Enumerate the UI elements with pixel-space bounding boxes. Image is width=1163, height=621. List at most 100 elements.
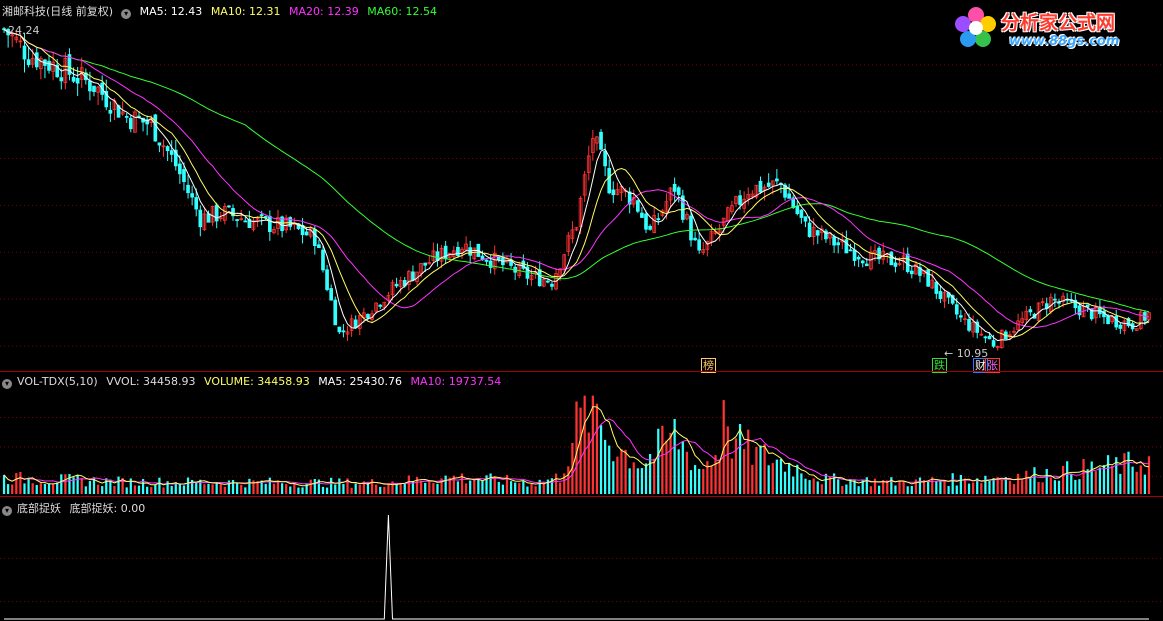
site-logo: 分析家公式网 www.88gs.com bbox=[955, 4, 1155, 52]
candle-body bbox=[157, 142, 162, 146]
candle-body bbox=[178, 163, 182, 175]
candle-body bbox=[124, 115, 129, 118]
indicator-line bbox=[4, 514, 1149, 620]
candle-body bbox=[88, 80, 92, 92]
price-legend: 湘邮科技(日线 前复权) ▾ MA5: 12.43 MA10: 12.31 MA2… bbox=[2, 3, 442, 19]
candle-body bbox=[611, 189, 616, 196]
candle-body bbox=[991, 340, 996, 347]
price-pane[interactable]: 湘邮科技(日线 前复权) ▾ MA5: 12.43 MA10: 12.31 MA2… bbox=[0, 0, 1163, 373]
candle-body bbox=[672, 183, 677, 192]
candle-body bbox=[26, 59, 31, 66]
candle-body bbox=[165, 146, 170, 152]
candle-body bbox=[378, 304, 383, 307]
candle-body bbox=[603, 150, 607, 167]
candle-body bbox=[689, 215, 693, 241]
candle-body bbox=[321, 249, 325, 271]
volume-chart[interactable] bbox=[0, 372, 1163, 496]
candle-body bbox=[47, 60, 51, 71]
candle-body bbox=[1106, 315, 1110, 325]
candle-body bbox=[304, 231, 309, 236]
vol-indicator-name: VOL-TDX(5,10) bbox=[17, 375, 98, 388]
candle-body bbox=[1053, 298, 1057, 301]
stock-name: 湘邮科技(日线 前复权) bbox=[2, 5, 114, 18]
candle-body bbox=[656, 218, 661, 221]
candle-body bbox=[864, 263, 869, 267]
volume-value: VOLUME: 34458.93 bbox=[204, 375, 310, 388]
candle-body bbox=[194, 197, 199, 210]
candle-body bbox=[905, 253, 910, 272]
candle-body bbox=[325, 269, 329, 290]
candle-body bbox=[550, 283, 554, 287]
candle-body bbox=[954, 304, 959, 315]
candle-body bbox=[537, 269, 542, 287]
candle-body bbox=[807, 222, 812, 237]
candle-body bbox=[190, 193, 194, 198]
candle-body bbox=[353, 319, 358, 329]
dropdown-icon[interactable]: ▾ bbox=[121, 9, 132, 19]
candle-body bbox=[815, 230, 820, 236]
candle-body bbox=[799, 209, 804, 218]
flower-logo-icon bbox=[955, 7, 996, 47]
volume-legend: ▾ VOL-TDX(5,10) VVOL: 34458.93 VOLUME: 34… bbox=[2, 375, 506, 389]
candle-body bbox=[267, 215, 272, 233]
indicator-pane[interactable]: ▾ 底部捉妖 底部捉妖: 0.00 bbox=[0, 497, 1163, 621]
vol-ma5-value: MA5: 25430.76 bbox=[318, 375, 402, 388]
candle-body bbox=[766, 182, 771, 187]
candle-body bbox=[198, 209, 203, 228]
ma10-value: MA10: 12.31 bbox=[210, 5, 281, 18]
dropdown-icon[interactable]: ▾ bbox=[2, 379, 12, 389]
candle-body bbox=[1077, 305, 1082, 316]
candle-body bbox=[312, 228, 317, 247]
candle-body bbox=[987, 335, 992, 340]
volume-pane[interactable]: ▾ VOL-TDX(5,10) VVOL: 34458.93 VOLUME: 34… bbox=[0, 372, 1163, 496]
vvol-value: VVOL: 34458.93 bbox=[106, 375, 196, 388]
candle-body bbox=[676, 187, 681, 195]
indicator-legend: ▾ 底部捉妖 底部捉妖: 0.00 bbox=[2, 500, 150, 516]
candle-body bbox=[636, 200, 640, 212]
candle-body bbox=[967, 319, 971, 331]
candle-body bbox=[411, 271, 415, 281]
candle-body bbox=[926, 269, 930, 287]
candle-body bbox=[640, 212, 644, 218]
candle-body bbox=[484, 259, 489, 262]
candle-body bbox=[893, 262, 898, 267]
candle-body bbox=[1114, 315, 1119, 328]
candle-body bbox=[108, 109, 113, 114]
ma5-line bbox=[3, 28, 1150, 342]
candle-body bbox=[738, 195, 742, 205]
candle-body bbox=[803, 216, 808, 222]
candle-body bbox=[1028, 309, 1033, 313]
candle-body bbox=[128, 117, 133, 130]
candle-body bbox=[456, 246, 460, 256]
candle-body bbox=[182, 169, 186, 183]
candle-body bbox=[186, 184, 190, 194]
candle-body bbox=[341, 330, 346, 333]
candle-body bbox=[909, 270, 914, 275]
candle-body bbox=[227, 205, 231, 208]
candle-body bbox=[959, 315, 963, 318]
dropdown-icon[interactable]: ▾ bbox=[2, 506, 12, 516]
ma20-value: MA20: 12.39 bbox=[289, 5, 359, 18]
candle-body bbox=[496, 256, 501, 260]
candle-body bbox=[758, 180, 763, 193]
logo-url: www.88gs.com bbox=[1009, 34, 1120, 49]
candle-body bbox=[836, 242, 841, 246]
candle-body bbox=[333, 299, 338, 326]
candle-body bbox=[787, 193, 791, 199]
candle-body bbox=[235, 219, 239, 221]
candle-body bbox=[852, 249, 857, 261]
candle-body bbox=[153, 114, 158, 142]
ma5-value: MA5: 12.43 bbox=[139, 5, 203, 18]
indicator-chart[interactable] bbox=[0, 497, 1163, 621]
candle-body bbox=[599, 131, 603, 150]
candle-body bbox=[22, 45, 27, 60]
price-chart[interactable] bbox=[0, 0, 1163, 371]
vol-ma10-value: MA10: 19737.54 bbox=[410, 375, 502, 388]
candle-body bbox=[206, 213, 211, 223]
candle-body bbox=[607, 168, 612, 194]
candle-body bbox=[366, 313, 370, 319]
candle-body bbox=[848, 249, 853, 252]
candle-body bbox=[648, 225, 652, 230]
candle-body bbox=[1118, 324, 1123, 329]
candle-body bbox=[795, 205, 800, 214]
